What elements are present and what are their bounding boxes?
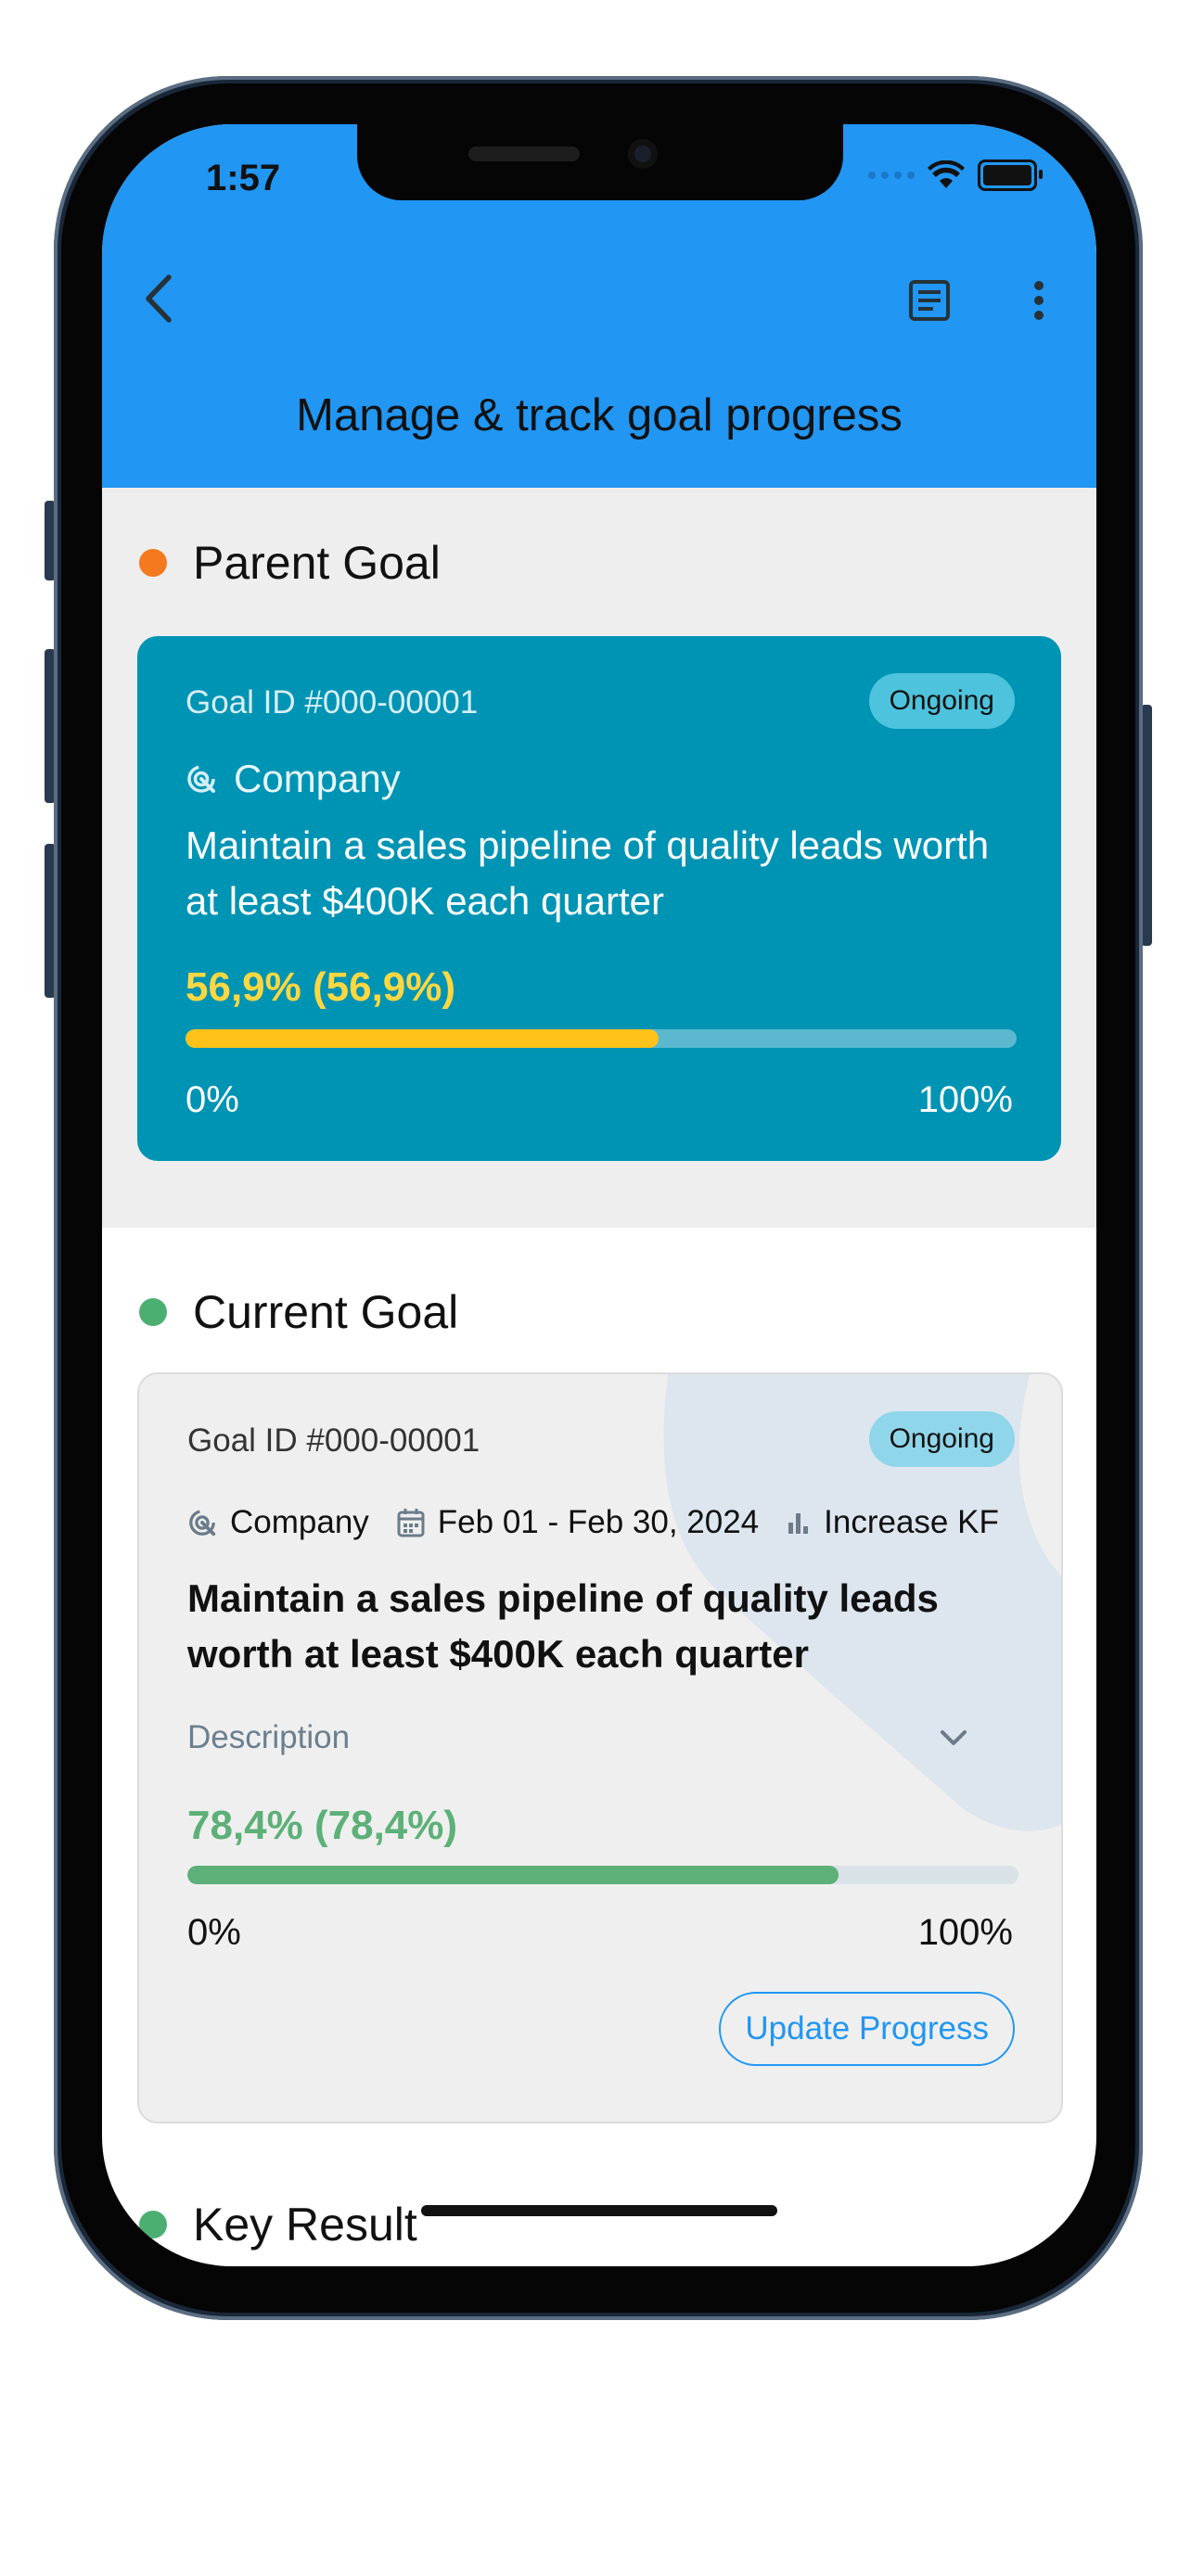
- scale-min-label: 0%: [186, 1079, 239, 1120]
- status-badge: Ongoing: [868, 673, 1015, 729]
- back-button[interactable]: [128, 269, 187, 328]
- status-dot-orange: [139, 549, 167, 577]
- category-label: Company: [234, 757, 401, 800]
- bar-chart-icon: [787, 1510, 811, 1536]
- target-icon: [187, 1508, 217, 1537]
- notes-button[interactable]: [900, 271, 959, 330]
- goal-meta-row: Company Feb 01 - Feb 30, 2024 Increase K…: [187, 1504, 999, 1541]
- status-dot-green: [139, 1298, 167, 1326]
- parent-goal-card[interactable]: Goal ID #000-00001 Ongoing Company Maint…: [137, 636, 1061, 1161]
- front-camera: [628, 139, 658, 169]
- description-label: Description: [187, 1719, 351, 1755]
- status-dot-green: [139, 2211, 167, 2238]
- more-vertical-icon: [1034, 281, 1044, 320]
- progress-percentage: 56,9% (56,9%): [186, 964, 456, 1010]
- app-screen: 1:57 Manage & track goal progress Parent…: [102, 124, 1096, 2266]
- cellular-signal-icon: [868, 172, 915, 179]
- section-title: Parent Goal: [193, 537, 441, 589]
- key-result-header: Key Result: [139, 2198, 417, 2251]
- progress-percentage: 78,4% (78,4%): [187, 1803, 458, 1848]
- scale-max-label: 100%: [917, 1079, 1013, 1120]
- parent-goal-section: Parent Goal Goal ID #000-00001 Ongoing C…: [102, 488, 1096, 1228]
- status-icons: [868, 159, 1043, 191]
- goal-id: Goal ID #000-00001: [187, 1422, 480, 1459]
- category-label: Company: [230, 1504, 369, 1540]
- description-toggle[interactable]: Description: [187, 1719, 968, 1756]
- date-range: Feb 01 - Feb 30, 2024: [437, 1504, 760, 1540]
- notch: [357, 124, 843, 200]
- section-title: Key Result: [193, 2199, 417, 2251]
- progress-bar: [187, 1866, 1018, 1884]
- speaker-grille: [468, 147, 580, 161]
- home-indicator[interactable]: [421, 2205, 777, 2216]
- progress-bar-fill: [186, 1029, 659, 1048]
- scale-min-label: 0%: [187, 1912, 241, 1953]
- goal-id: Goal ID #000-00001: [186, 684, 479, 721]
- scale-max-label: 100%: [917, 1912, 1013, 1953]
- progress-bar-fill: [187, 1866, 839, 1884]
- goal-text: Maintain a sales pipeline of quality lea…: [186, 823, 990, 923]
- calendar-icon: [397, 1508, 425, 1537]
- goal-text: Maintain a sales pipeline of quality lea…: [187, 1576, 939, 1676]
- current-goal-card: Goal ID #000-00001 Ongoing Company Feb 0…: [137, 1372, 1063, 2123]
- metric-label: Increase KF: [824, 1504, 999, 1540]
- parent-goal-header: Parent Goal: [139, 536, 441, 590]
- category-row: Company: [186, 757, 401, 801]
- more-options-button[interactable]: [1020, 271, 1057, 330]
- document-icon: [909, 280, 950, 321]
- chevron-left-icon: [146, 274, 172, 323]
- page-title: Manage & track goal progress: [296, 390, 903, 440]
- target-icon: [187, 765, 215, 793]
- status-time: 1:57: [206, 158, 281, 198]
- current-goal-header: Current Goal: [139, 1285, 458, 1339]
- section-title: Current Goal: [193, 1286, 459, 1338]
- battery-icon: [978, 159, 1043, 191]
- status-badge: Ongoing: [868, 1411, 1015, 1467]
- wifi-icon: [928, 160, 965, 188]
- update-progress-button[interactable]: Update Progress: [719, 1992, 1015, 2066]
- chevron-down-icon: [941, 1730, 967, 1745]
- progress-bar: [186, 1029, 1017, 1048]
